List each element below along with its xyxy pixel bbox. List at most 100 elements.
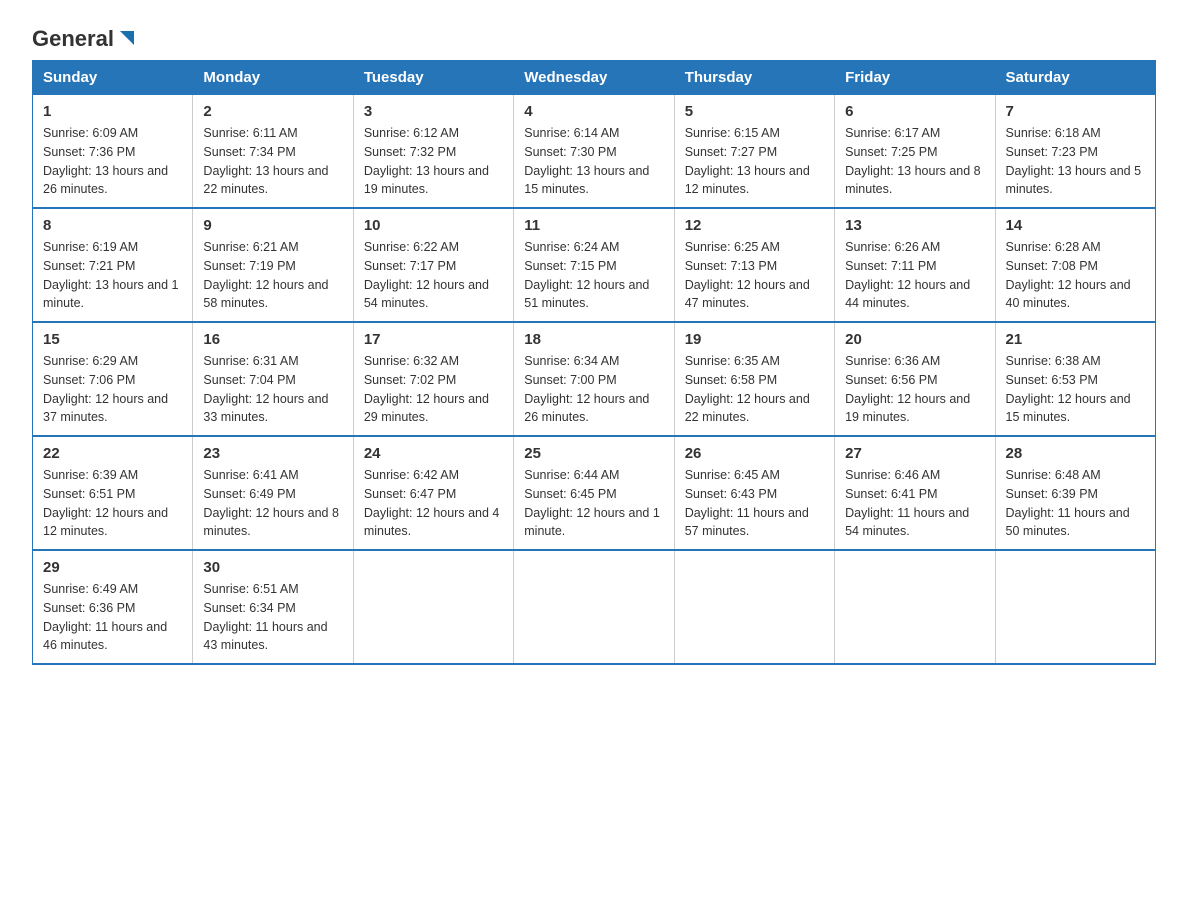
day-info: Sunrise: 6:46 AM Sunset: 6:41 PM Dayligh…: [845, 466, 984, 541]
day-number: 15: [43, 331, 182, 348]
day-info: Sunrise: 6:18 AM Sunset: 7:23 PM Dayligh…: [1006, 124, 1145, 199]
day-number: 1: [43, 103, 182, 120]
day-number: 19: [685, 331, 824, 348]
calendar-cell: 2 Sunrise: 6:11 AM Sunset: 7:34 PM Dayli…: [193, 95, 353, 209]
calendar-cell: 28 Sunrise: 6:48 AM Sunset: 6:39 PM Dayl…: [995, 436, 1155, 550]
day-number: 14: [1006, 217, 1145, 234]
day-number: 26: [685, 445, 824, 462]
day-info: Sunrise: 6:45 AM Sunset: 6:43 PM Dayligh…: [685, 466, 824, 541]
day-info: Sunrise: 6:17 AM Sunset: 7:25 PM Dayligh…: [845, 124, 984, 199]
calendar-cell: [353, 550, 513, 664]
calendar-cell: 10 Sunrise: 6:22 AM Sunset: 7:17 PM Dayl…: [353, 208, 513, 322]
calendar-cell: 7 Sunrise: 6:18 AM Sunset: 7:23 PM Dayli…: [995, 95, 1155, 209]
day-number: 4: [524, 103, 663, 120]
calendar-cell: 3 Sunrise: 6:12 AM Sunset: 7:32 PM Dayli…: [353, 95, 513, 209]
day-number: 8: [43, 217, 182, 234]
day-info: Sunrise: 6:32 AM Sunset: 7:02 PM Dayligh…: [364, 352, 503, 427]
header-tuesday: Tuesday: [353, 61, 513, 95]
day-info: Sunrise: 6:21 AM Sunset: 7:19 PM Dayligh…: [203, 238, 342, 313]
calendar-cell: 30 Sunrise: 6:51 AM Sunset: 6:34 PM Dayl…: [193, 550, 353, 664]
day-info: Sunrise: 6:19 AM Sunset: 7:21 PM Dayligh…: [43, 238, 182, 313]
day-info: Sunrise: 6:15 AM Sunset: 7:27 PM Dayligh…: [685, 124, 824, 199]
day-number: 11: [524, 217, 663, 234]
header-friday: Friday: [835, 61, 995, 95]
calendar-cell: 4 Sunrise: 6:14 AM Sunset: 7:30 PM Dayli…: [514, 95, 674, 209]
day-info: Sunrise: 6:25 AM Sunset: 7:13 PM Dayligh…: [685, 238, 824, 313]
page-header: General: [32, 24, 1156, 48]
day-info: Sunrise: 6:49 AM Sunset: 6:36 PM Dayligh…: [43, 580, 182, 655]
calendar-cell: [514, 550, 674, 664]
day-info: Sunrise: 6:36 AM Sunset: 6:56 PM Dayligh…: [845, 352, 984, 427]
day-info: Sunrise: 6:44 AM Sunset: 6:45 PM Dayligh…: [524, 466, 663, 541]
calendar-cell: 1 Sunrise: 6:09 AM Sunset: 7:36 PM Dayli…: [33, 95, 193, 209]
calendar-cell: 8 Sunrise: 6:19 AM Sunset: 7:21 PM Dayli…: [33, 208, 193, 322]
day-number: 20: [845, 331, 984, 348]
week-row-1: 1 Sunrise: 6:09 AM Sunset: 7:36 PM Dayli…: [33, 95, 1156, 209]
day-number: 22: [43, 445, 182, 462]
calendar-cell: 19 Sunrise: 6:35 AM Sunset: 6:58 PM Dayl…: [674, 322, 834, 436]
day-info: Sunrise: 6:35 AM Sunset: 6:58 PM Dayligh…: [685, 352, 824, 427]
calendar-cell: 15 Sunrise: 6:29 AM Sunset: 7:06 PM Dayl…: [33, 322, 193, 436]
day-info: Sunrise: 6:24 AM Sunset: 7:15 PM Dayligh…: [524, 238, 663, 313]
calendar-cell: 11 Sunrise: 6:24 AM Sunset: 7:15 PM Dayl…: [514, 208, 674, 322]
day-info: Sunrise: 6:34 AM Sunset: 7:00 PM Dayligh…: [524, 352, 663, 427]
day-number: 28: [1006, 445, 1145, 462]
day-number: 13: [845, 217, 984, 234]
day-number: 18: [524, 331, 663, 348]
day-info: Sunrise: 6:39 AM Sunset: 6:51 PM Dayligh…: [43, 466, 182, 541]
week-row-2: 8 Sunrise: 6:19 AM Sunset: 7:21 PM Dayli…: [33, 208, 1156, 322]
calendar-cell: 12 Sunrise: 6:25 AM Sunset: 7:13 PM Dayl…: [674, 208, 834, 322]
day-info: Sunrise: 6:31 AM Sunset: 7:04 PM Dayligh…: [203, 352, 342, 427]
day-number: 7: [1006, 103, 1145, 120]
calendar-cell: 14 Sunrise: 6:28 AM Sunset: 7:08 PM Dayl…: [995, 208, 1155, 322]
day-number: 27: [845, 445, 984, 462]
day-info: Sunrise: 6:51 AM Sunset: 6:34 PM Dayligh…: [203, 580, 342, 655]
calendar-cell: 27 Sunrise: 6:46 AM Sunset: 6:41 PM Dayl…: [835, 436, 995, 550]
calendar-cell: 20 Sunrise: 6:36 AM Sunset: 6:56 PM Dayl…: [835, 322, 995, 436]
day-number: 23: [203, 445, 342, 462]
day-number: 25: [524, 445, 663, 462]
day-number: 16: [203, 331, 342, 348]
week-row-5: 29 Sunrise: 6:49 AM Sunset: 6:36 PM Dayl…: [33, 550, 1156, 664]
calendar-cell: 22 Sunrise: 6:39 AM Sunset: 6:51 PM Dayl…: [33, 436, 193, 550]
calendar-cell: 26 Sunrise: 6:45 AM Sunset: 6:43 PM Dayl…: [674, 436, 834, 550]
calendar-cell: [835, 550, 995, 664]
calendar-cell: 21 Sunrise: 6:38 AM Sunset: 6:53 PM Dayl…: [995, 322, 1155, 436]
day-number: 6: [845, 103, 984, 120]
header-wednesday: Wednesday: [514, 61, 674, 95]
calendar-cell: 23 Sunrise: 6:41 AM Sunset: 6:49 PM Dayl…: [193, 436, 353, 550]
logo-text-general: General: [32, 28, 114, 50]
header-saturday: Saturday: [995, 61, 1155, 95]
calendar-header-row: SundayMondayTuesdayWednesdayThursdayFrid…: [33, 61, 1156, 95]
header-sunday: Sunday: [33, 61, 193, 95]
calendar-cell: 9 Sunrise: 6:21 AM Sunset: 7:19 PM Dayli…: [193, 208, 353, 322]
day-number: 24: [364, 445, 503, 462]
day-number: 17: [364, 331, 503, 348]
calendar-cell: 6 Sunrise: 6:17 AM Sunset: 7:25 PM Dayli…: [835, 95, 995, 209]
day-number: 30: [203, 559, 342, 576]
logo: General: [32, 24, 138, 48]
day-info: Sunrise: 6:29 AM Sunset: 7:06 PM Dayligh…: [43, 352, 182, 427]
calendar-cell: [995, 550, 1155, 664]
day-number: 12: [685, 217, 824, 234]
day-info: Sunrise: 6:28 AM Sunset: 7:08 PM Dayligh…: [1006, 238, 1145, 313]
day-number: 9: [203, 217, 342, 234]
logo-triangle-icon: [116, 27, 138, 49]
calendar-cell: 29 Sunrise: 6:49 AM Sunset: 6:36 PM Dayl…: [33, 550, 193, 664]
week-row-3: 15 Sunrise: 6:29 AM Sunset: 7:06 PM Dayl…: [33, 322, 1156, 436]
calendar-cell: 16 Sunrise: 6:31 AM Sunset: 7:04 PM Dayl…: [193, 322, 353, 436]
day-info: Sunrise: 6:11 AM Sunset: 7:34 PM Dayligh…: [203, 124, 342, 199]
day-number: 10: [364, 217, 503, 234]
day-number: 5: [685, 103, 824, 120]
day-info: Sunrise: 6:38 AM Sunset: 6:53 PM Dayligh…: [1006, 352, 1145, 427]
header-monday: Monday: [193, 61, 353, 95]
day-info: Sunrise: 6:26 AM Sunset: 7:11 PM Dayligh…: [845, 238, 984, 313]
calendar-table: SundayMondayTuesdayWednesdayThursdayFrid…: [32, 60, 1156, 665]
day-number: 2: [203, 103, 342, 120]
day-info: Sunrise: 6:09 AM Sunset: 7:36 PM Dayligh…: [43, 124, 182, 199]
day-info: Sunrise: 6:48 AM Sunset: 6:39 PM Dayligh…: [1006, 466, 1145, 541]
calendar-cell: 24 Sunrise: 6:42 AM Sunset: 6:47 PM Dayl…: [353, 436, 513, 550]
day-info: Sunrise: 6:12 AM Sunset: 7:32 PM Dayligh…: [364, 124, 503, 199]
calendar-cell: 25 Sunrise: 6:44 AM Sunset: 6:45 PM Dayl…: [514, 436, 674, 550]
calendar-cell: 18 Sunrise: 6:34 AM Sunset: 7:00 PM Dayl…: [514, 322, 674, 436]
